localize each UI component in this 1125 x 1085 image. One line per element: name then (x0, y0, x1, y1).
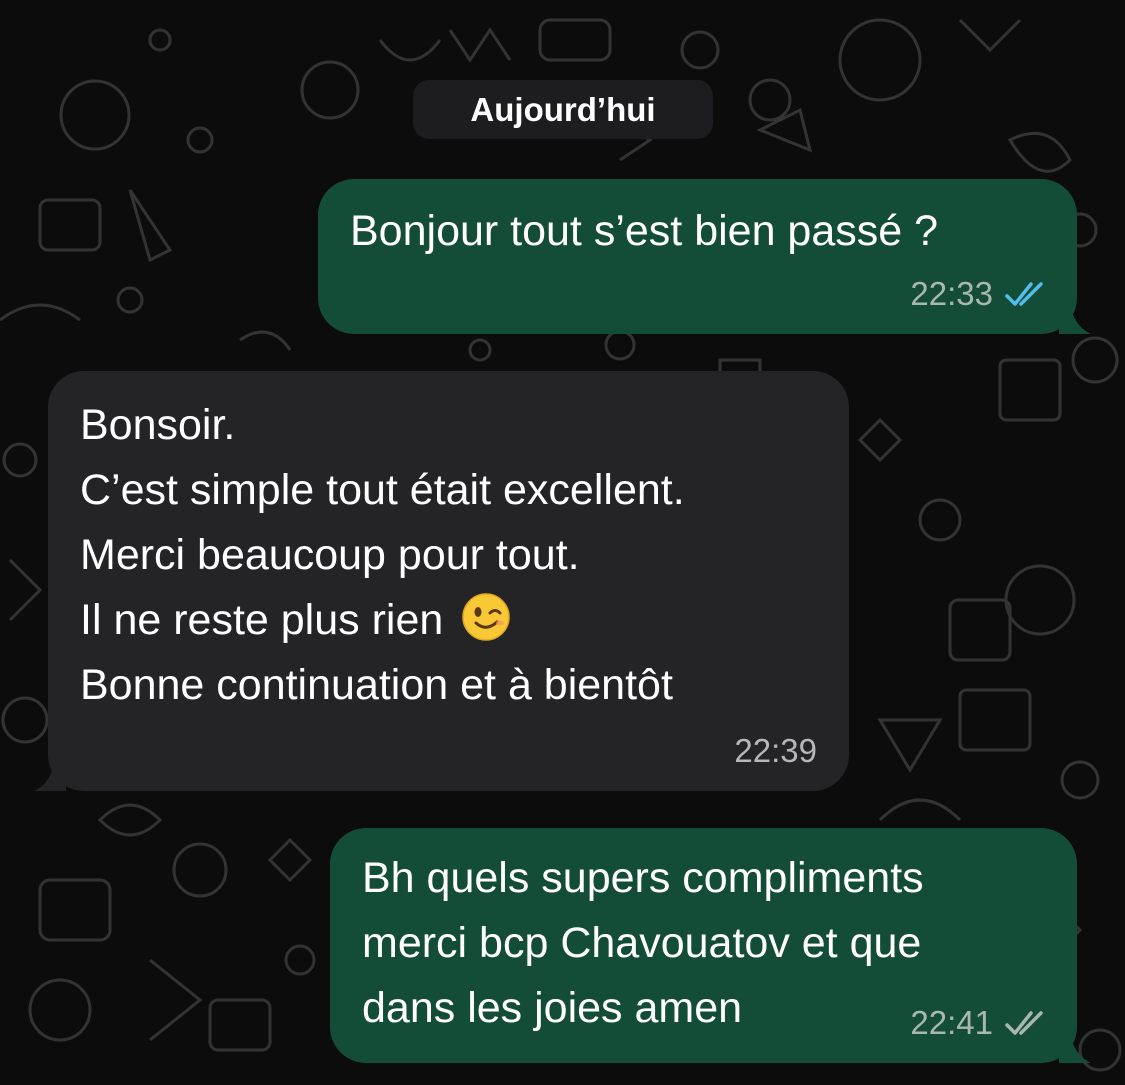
message-line: dans les joies amen (362, 984, 743, 1032)
message-meta: 22:33 (910, 274, 1049, 314)
read-receipt-double-check-icon (1005, 282, 1043, 306)
delivered-double-check-icon (1005, 1011, 1043, 1035)
message-line: Merci beaucoup pour tout. (80, 531, 580, 579)
incoming-message-bubble[interactable]: Bonsoir. C’est simple tout était excelle… (34, 371, 849, 791)
outgoing-message-bubble[interactable]: Bonjour tout s’est bien passé ? 22:33 (318, 179, 1091, 334)
message-text: Bonjour tout s’est bien passé ? (350, 207, 939, 255)
bubble-tail (1059, 300, 1091, 334)
message-text: Bonsoir. C’est simple tout était excelle… (80, 393, 685, 718)
message-line: Bonsoir. (80, 401, 236, 449)
message-line: Bh quels supers compliments (362, 854, 924, 902)
date-separator: Aujourd’hui (413, 80, 713, 139)
message-meta: 22:39 (734, 731, 817, 771)
message-meta: 22:41 (910, 1003, 1049, 1043)
chat-view[interactable]: Aujourd’hui Bonjour tout s’est bien pass… (0, 0, 1125, 1085)
bubble-tail (1059, 1029, 1091, 1063)
message-line: C’est simple tout était excellent. (80, 466, 685, 514)
message-time: 22:41 (910, 1004, 993, 1041)
message-line: Bonne continuation et à bientôt (80, 661, 673, 709)
message-text: Bh quels supers compliments merci bcp Ch… (362, 846, 924, 1041)
message-line: merci bcp Chavouatov et que (362, 919, 922, 967)
message-time: 22:33 (910, 275, 993, 312)
message-time: 22:39 (734, 732, 817, 769)
winking-face-emoji-icon (462, 593, 510, 641)
message-line-with-emoji: Il ne reste plus rien (80, 588, 685, 653)
message-line: Il ne reste plus rien (80, 596, 444, 644)
bubble-tail (34, 757, 66, 791)
outgoing-message-bubble[interactable]: Bh quels supers compliments merci bcp Ch… (330, 828, 1091, 1063)
